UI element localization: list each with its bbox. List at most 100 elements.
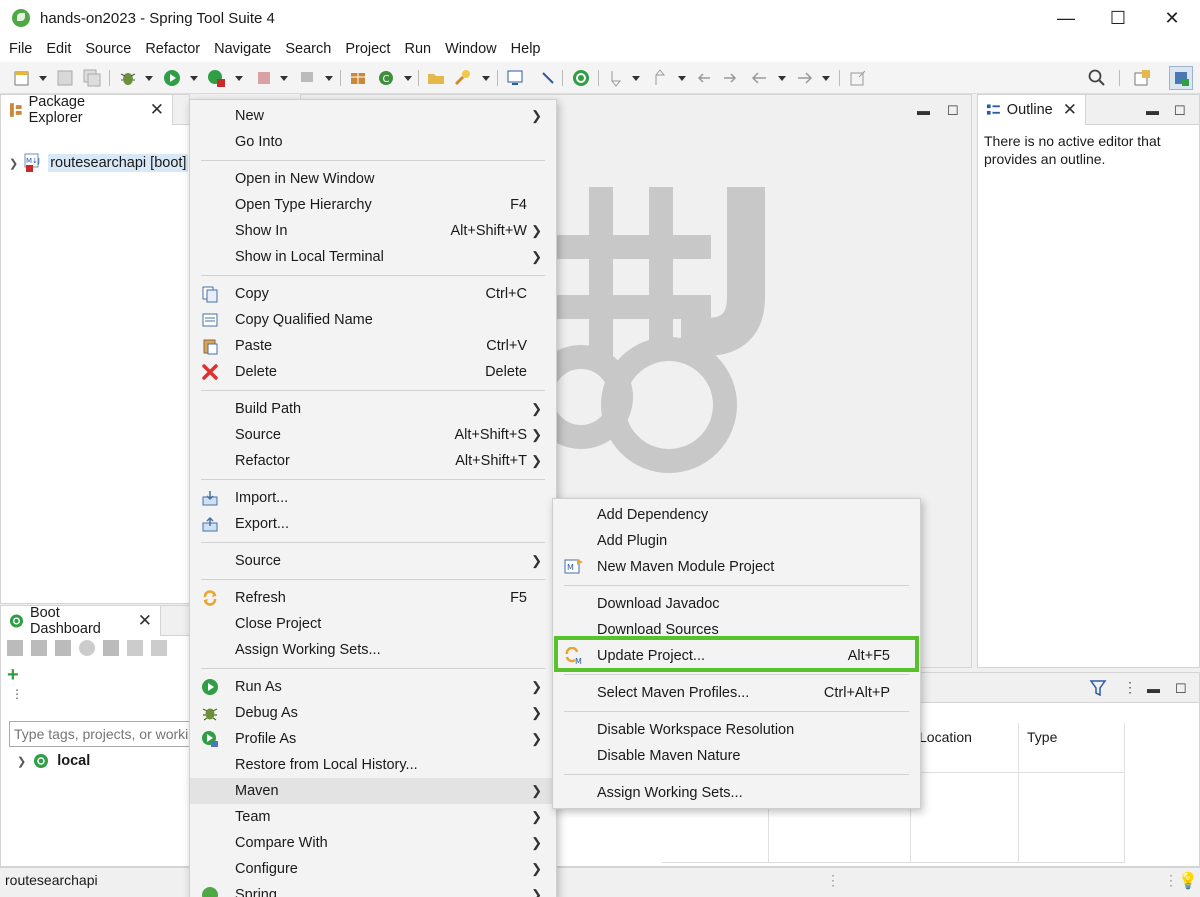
menu-refactor[interactable]: Refactor bbox=[138, 41, 207, 57]
close-icon[interactable]: ✕ bbox=[138, 611, 152, 631]
save-icon[interactable] bbox=[55, 68, 75, 88]
local-tree-item[interactable]: ❯ local bbox=[17, 753, 90, 769]
search-dropdown-icon[interactable] bbox=[482, 76, 490, 81]
maximize-icon[interactable]: ☐ bbox=[947, 103, 959, 119]
menu-item-copy-qualified-name[interactable]: Copy Qualified Name bbox=[190, 307, 556, 333]
menu-item-profile-as[interactable]: Profile As ❯ bbox=[190, 726, 556, 752]
new-java-package-icon[interactable] bbox=[348, 68, 368, 88]
chevron-right-icon[interactable]: ❯ bbox=[9, 157, 18, 170]
tip-lightbulb-icon[interactable]: 💡 bbox=[1178, 871, 1198, 891]
stop-icon[interactable] bbox=[254, 68, 274, 88]
menu-item-open-in-new-window[interactable]: Open in New Window bbox=[190, 166, 556, 192]
menu-source[interactable]: Source bbox=[78, 41, 138, 57]
menu-item-refactor[interactable]: Refactor Alt+Shift+T ❯ bbox=[190, 448, 556, 474]
run-tool-dropdown-icon[interactable] bbox=[235, 76, 243, 81]
menu-item-build-path[interactable]: Build Path ❯ bbox=[190, 396, 556, 422]
menu-item-compare-with[interactable]: Compare With ❯ bbox=[190, 830, 556, 856]
menu-item-paste[interactable]: Paste Ctrl+V bbox=[190, 333, 556, 359]
column-header-type[interactable]: Type bbox=[1019, 723, 1125, 773]
back-dropdown-icon[interactable] bbox=[778, 76, 786, 81]
menu-item-run-as[interactable]: Run As ❯ bbox=[190, 674, 556, 700]
search-tool-icon[interactable] bbox=[453, 68, 473, 88]
menu-window[interactable]: Window bbox=[438, 41, 504, 57]
minimize-icon[interactable]: ▬ bbox=[1147, 681, 1160, 696]
close-window-button[interactable]: ✕ bbox=[1146, 0, 1198, 36]
menu-help[interactable]: Help bbox=[504, 41, 548, 57]
new-icon[interactable] bbox=[12, 68, 32, 88]
search-icon[interactable] bbox=[1087, 68, 1107, 88]
debug-dropdown-icon[interactable] bbox=[145, 76, 153, 81]
menu-item-show-in-local-terminal[interactable]: Show in Local Terminal ❯ bbox=[190, 244, 556, 270]
external-tools-dropdown-icon[interactable] bbox=[325, 76, 333, 81]
menu-edit[interactable]: Edit bbox=[39, 41, 78, 57]
next-edit-icon[interactable] bbox=[720, 68, 740, 88]
menu-item-add-dependency[interactable]: Add Dependency bbox=[553, 502, 920, 528]
more-options-icon[interactable]: ⋮ bbox=[11, 688, 23, 700]
menu-item-close-project[interactable]: Close Project bbox=[190, 611, 556, 637]
edit-icon[interactable] bbox=[151, 640, 167, 656]
tab-package-explorer[interactable]: Package Explorer ✕ bbox=[1, 94, 173, 126]
debug-icon[interactable] bbox=[31, 640, 47, 656]
filter-icon[interactable] bbox=[1089, 679, 1107, 697]
filter-input[interactable] bbox=[9, 721, 199, 747]
maximize-button[interactable]: ☐ bbox=[1092, 0, 1144, 36]
open-browser-icon[interactable] bbox=[79, 640, 95, 656]
next-annotation-icon[interactable] bbox=[606, 68, 626, 88]
forward-icon[interactable] bbox=[794, 68, 814, 88]
pin-editor-icon[interactable] bbox=[848, 68, 868, 88]
pin-icon[interactable] bbox=[538, 68, 558, 88]
previous-annotation-dropdown-icon[interactable] bbox=[678, 76, 686, 81]
add-icon[interactable]: + bbox=[7, 665, 19, 685]
tab-boot-dashboard[interactable]: Boot Dashboard ✕ bbox=[1, 605, 161, 637]
stop-icon[interactable] bbox=[55, 640, 71, 656]
menu-run[interactable]: Run bbox=[397, 41, 438, 57]
run-last-tool-icon[interactable] bbox=[206, 68, 226, 88]
column-header-location[interactable]: Location bbox=[911, 723, 1019, 773]
external-tools-icon[interactable] bbox=[298, 68, 318, 88]
menu-item-new[interactable]: New ❯ bbox=[190, 103, 556, 129]
tab-outline[interactable]: Outline ✕ bbox=[978, 95, 1086, 125]
debug-toolbar-icon[interactable] bbox=[118, 68, 138, 88]
menu-project[interactable]: Project bbox=[338, 41, 397, 57]
maximize-icon[interactable]: ☐ bbox=[1174, 103, 1186, 119]
run-toolbar-icon[interactable] bbox=[162, 68, 182, 88]
menu-item-maven[interactable]: Maven ❯ bbox=[190, 778, 556, 804]
maximize-icon[interactable]: ☐ bbox=[1175, 681, 1187, 697]
terminal-icon[interactable] bbox=[505, 68, 525, 88]
menu-item-open-type-hierarchy[interactable]: Open Type Hierarchy F4 bbox=[190, 192, 556, 218]
last-edit-icon[interactable] bbox=[694, 68, 714, 88]
view-menu-icon[interactable]: ⋮ bbox=[1123, 679, 1137, 696]
menu-item-import[interactable]: Import... bbox=[190, 485, 556, 511]
menu-item-delete[interactable]: Delete Delete bbox=[190, 359, 556, 385]
java-perspective-icon[interactable] bbox=[1169, 66, 1193, 90]
menu-file[interactable]: File bbox=[2, 41, 39, 57]
new-class-dropdown-icon[interactable] bbox=[404, 76, 412, 81]
menu-item-show-in[interactable]: Show In Alt+Shift+W ❯ bbox=[190, 218, 556, 244]
menu-item-refresh[interactable]: Refresh F5 bbox=[190, 585, 556, 611]
menu-item-copy[interactable]: Copy Ctrl+C bbox=[190, 281, 556, 307]
stop-dropdown-icon[interactable] bbox=[280, 76, 288, 81]
menu-item-download-javadoc[interactable]: Download Javadoc bbox=[553, 591, 920, 617]
menu-item-source[interactable]: Source Alt+Shift+S ❯ bbox=[190, 422, 556, 448]
menu-item-debug-as[interactable]: Debug As ❯ bbox=[190, 700, 556, 726]
menu-item-assign-working-sets[interactable]: Assign Working Sets... bbox=[190, 637, 556, 663]
close-icon[interactable]: ✕ bbox=[1063, 100, 1077, 120]
back-icon[interactable] bbox=[750, 68, 770, 88]
open-console-icon[interactable] bbox=[103, 640, 119, 656]
close-icon[interactable]: ✕ bbox=[150, 100, 164, 120]
new-java-class-icon[interactable]: C bbox=[376, 68, 396, 88]
menu-item-restore-from-local-history[interactable]: Restore from Local History... bbox=[190, 752, 556, 778]
minimize-icon[interactable]: ▬ bbox=[1146, 103, 1159, 118]
chevron-right-icon[interactable]: ❯ bbox=[17, 755, 26, 768]
forward-dropdown-icon[interactable] bbox=[822, 76, 830, 81]
start-icon[interactable] bbox=[7, 640, 23, 656]
menu-item-select-maven-profiles[interactable]: Select Maven Profiles... Ctrl+Alt+P bbox=[553, 680, 920, 706]
previous-annotation-icon[interactable] bbox=[650, 68, 670, 88]
next-annotation-dropdown-icon[interactable] bbox=[632, 76, 640, 81]
menu-navigate[interactable]: Navigate bbox=[207, 41, 278, 57]
run-dropdown-icon[interactable] bbox=[190, 76, 198, 81]
minimize-icon[interactable]: ▬ bbox=[917, 103, 930, 118]
menu-item-configure[interactable]: Configure ❯ bbox=[190, 856, 556, 882]
menu-item-assign-working-sets[interactable]: Assign Working Sets... bbox=[553, 780, 920, 806]
menu-item-disable-maven-nature[interactable]: Disable Maven Nature bbox=[553, 743, 920, 769]
